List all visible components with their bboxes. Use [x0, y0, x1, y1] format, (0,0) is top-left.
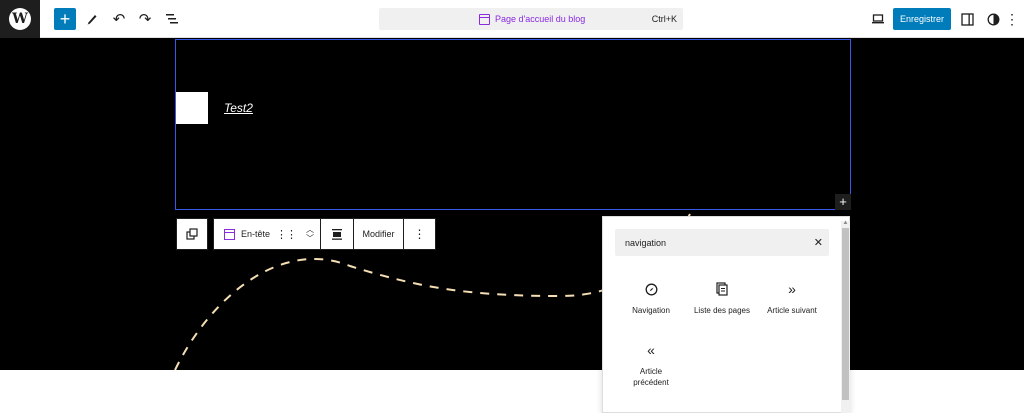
- close-icon: ✕: [813, 237, 823, 249]
- undo-button[interactable]: ↶: [108, 8, 130, 30]
- wordpress-logo-icon: W: [9, 8, 31, 30]
- preview-button[interactable]: [867, 8, 889, 30]
- options-button[interactable]: ⋮: [1005, 8, 1019, 30]
- align-button[interactable]: [321, 219, 354, 249]
- compass-icon: [613, 279, 689, 299]
- move-up-icon[interactable]: ︿: [306, 225, 314, 234]
- save-button[interactable]: Enregistrer: [893, 8, 951, 30]
- block-result-label: Liste des pages: [693, 306, 751, 315]
- document-title: Page d'accueil du blog: [495, 14, 586, 24]
- more-vertical-icon: ⋮: [1005, 11, 1019, 27]
- styles-button[interactable]: [982, 8, 1004, 30]
- chevron-double-left-icon: «: [647, 342, 655, 358]
- block-toolbar: En-tête ⋮⋮ ︿ ﹀ Modifier ⋮: [213, 218, 436, 250]
- copy-icon: [186, 228, 198, 240]
- block-result-label: Article suivant: [767, 306, 817, 315]
- block-result-label: Navigation: [632, 306, 670, 315]
- quick-inserter-popover: ✕ Navigation Liste des pages » Article s…: [602, 216, 850, 413]
- inserter-search-input[interactable]: [615, 229, 805, 256]
- more-vertical-icon: ⋮: [413, 227, 426, 241]
- block-parent-selector: [176, 218, 208, 250]
- align-full-icon: [332, 229, 342, 240]
- move-down-icon[interactable]: ﹀: [306, 234, 314, 243]
- list-view-icon: [166, 14, 178, 24]
- command-palette-bar[interactable]: Page d'accueil du blog Ctrl+K: [379, 8, 683, 30]
- block-options-button[interactable]: ⋮: [404, 219, 435, 249]
- contrast-icon: [987, 13, 999, 25]
- header-template-part[interactable]: Test2: [175, 39, 851, 210]
- redo-icon: ↷: [138, 11, 152, 28]
- undo-icon: ↶: [112, 11, 126, 28]
- redo-button[interactable]: ↷: [134, 8, 156, 30]
- keyboard-shortcut: Ctrl+K: [651, 14, 677, 24]
- inserter-search: ✕: [615, 229, 829, 256]
- template-part-icon: [224, 228, 235, 240]
- tools-button[interactable]: [81, 8, 103, 30]
- laptop-icon: [872, 14, 884, 24]
- plus-icon: +: [59, 8, 71, 29]
- editor-canvas[interactable]: Test2 + En-tête ⋮⋮ ︿ ﹀ Modifier ⋮: [0, 38, 1024, 370]
- template-icon: [479, 13, 490, 25]
- block-inserter-toggle-button[interactable]: +: [54, 8, 76, 30]
- editor-top-toolbar: W + ↶ ↷ Page d'accueil du blog Ctrl+K En…: [0, 0, 1024, 38]
- clear-search-button[interactable]: ✕: [814, 229, 823, 256]
- wordpress-logo-button[interactable]: W: [0, 0, 40, 38]
- block-switcher-button[interactable]: En-tête ⋮⋮ ︿ ﹀: [214, 219, 321, 249]
- block-result-label: Article précédent: [633, 367, 669, 387]
- page-list-icon: [684, 279, 760, 299]
- select-parent-button[interactable]: [177, 219, 207, 249]
- block-result-next-post[interactable]: » Article suivant: [754, 279, 830, 316]
- block-result-page-list[interactable]: Liste des pages: [684, 279, 760, 316]
- plus-icon: +: [839, 194, 847, 209]
- sidebar-icon: [960, 12, 974, 26]
- edit-template-part-button[interactable]: Modifier: [354, 219, 404, 249]
- scroll-up-arrow[interactable]: ▲: [842, 220, 849, 228]
- pen-icon: [87, 15, 97, 25]
- chevron-double-right-icon: »: [788, 281, 796, 297]
- block-name-label: En-tête: [241, 229, 271, 239]
- settings-sidebar-button[interactable]: [956, 8, 978, 30]
- append-block-button[interactable]: +: [835, 194, 851, 210]
- canvas-below-area: [0, 370, 1024, 413]
- document-overview-button[interactable]: [161, 8, 183, 30]
- block-result-previous-post[interactable]: « Article précédent: [613, 340, 689, 388]
- inserter-scrollbar-thumb[interactable]: [842, 228, 849, 400]
- block-result-navigation[interactable]: Navigation: [613, 279, 689, 316]
- drag-handle-icon[interactable]: ⋮⋮: [276, 228, 297, 241]
- site-logo-placeholder[interactable]: [176, 92, 208, 124]
- site-title[interactable]: Test2: [224, 101, 253, 115]
